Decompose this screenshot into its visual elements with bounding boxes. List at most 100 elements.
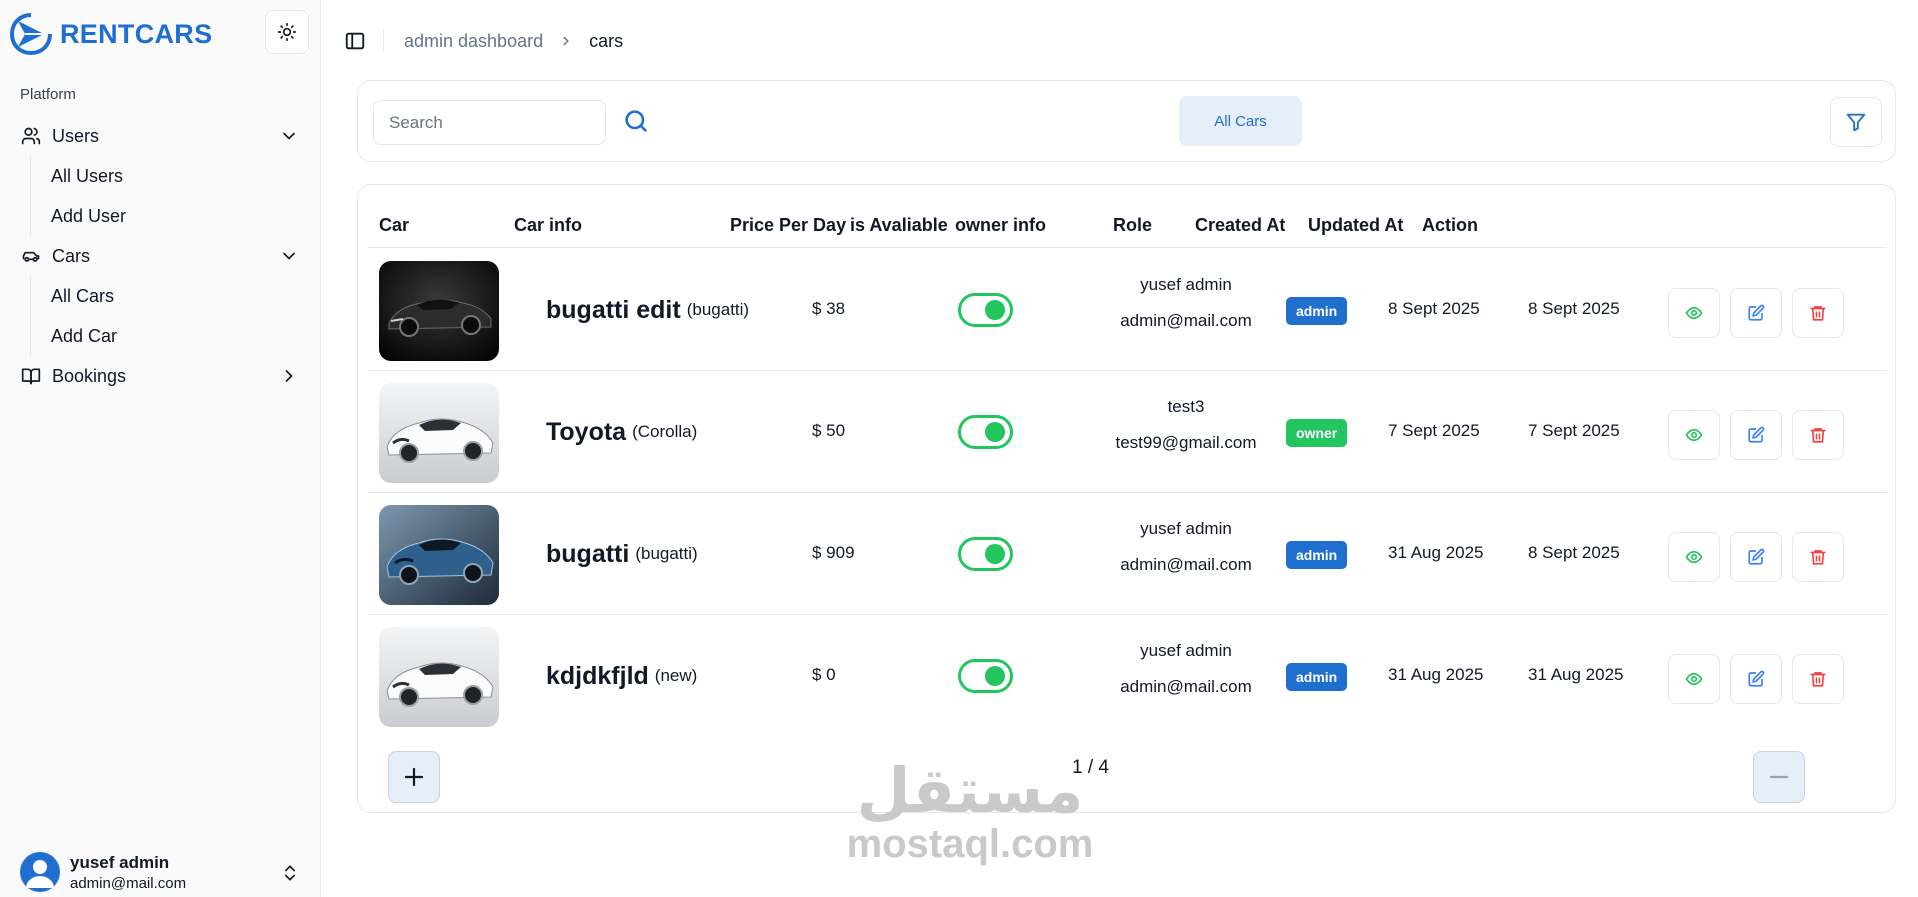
owner-name: yusef admin — [1140, 519, 1232, 538]
edit-button[interactable] — [1730, 410, 1782, 460]
view-button[interactable] — [1668, 654, 1720, 704]
table-row: bugatti edit (bugatti) $ 38 yusef admin … — [368, 249, 1887, 371]
add-car-button[interactable] — [388, 751, 440, 803]
edit-button[interactable] — [1730, 532, 1782, 582]
eye-icon — [1685, 550, 1703, 564]
edit-button[interactable] — [1730, 654, 1782, 704]
created-at: 8 Sept 2025 — [1388, 299, 1480, 318]
pagination-indicator: 1 / 4 — [1072, 757, 1109, 778]
owner-info: yusef admin admin@mail.com — [1086, 633, 1286, 705]
view-button[interactable] — [1668, 532, 1720, 582]
rentcars-logo-icon — [10, 13, 52, 55]
column-header-role: Role — [1113, 215, 1153, 235]
car-info: kdjdkfjld (new) — [546, 615, 697, 737]
availability-toggle[interactable] — [958, 293, 1013, 327]
owner-email: admin@mail.com — [1120, 555, 1252, 574]
edit-icon — [1748, 670, 1765, 687]
sidebar-item-all-cars[interactable]: All Cars — [51, 276, 321, 316]
created-at: 31 Aug 2025 — [1388, 665, 1484, 684]
role-badge: admin — [1286, 297, 1348, 325]
column-header-available: is Avaliable — [850, 215, 948, 235]
users-icon — [20, 125, 42, 147]
column-header-owner-info: owner info — [955, 215, 1046, 235]
search-button[interactable] — [620, 105, 652, 137]
column-header-car: Car — [379, 215, 410, 235]
user-name: yusef admin — [70, 852, 170, 872]
breadcrumb-admin-dashboard[interactable]: admin dashboard — [404, 31, 543, 52]
availability-toggle[interactable] — [958, 415, 1013, 449]
owner-email: test99@gmail.com — [1115, 433, 1257, 452]
chevron-down-icon[interactable] — [279, 126, 299, 146]
view-button[interactable] — [1668, 288, 1720, 338]
trash-icon — [1810, 550, 1826, 565]
header-divider — [383, 30, 384, 52]
search-icon — [625, 110, 647, 132]
view-button[interactable] — [1668, 410, 1720, 460]
brand[interactable]: RENTCARS — [10, 12, 212, 56]
remove-button[interactable] — [1753, 751, 1805, 803]
column-header-car-info: Car info — [514, 215, 583, 235]
chevron-right-icon[interactable] — [279, 366, 299, 386]
car-name: Toyota — [546, 417, 627, 446]
updated-at: 7 Sept 2025 — [1528, 421, 1620, 440]
eye-icon — [1685, 672, 1703, 686]
car-image — [379, 627, 499, 727]
blue-sports-car-image — [379, 505, 499, 605]
filter-bar: All Cars — [357, 80, 1896, 162]
column-header-created-at: Created At — [1195, 215, 1286, 235]
car-model: (bugatti) — [686, 300, 750, 319]
price-per-day: $ 0 — [812, 665, 836, 684]
avatar — [20, 852, 60, 892]
car-model: (bugatti) — [635, 544, 698, 563]
sidebar-item-users[interactable]: Users — [0, 116, 321, 156]
plus-icon — [404, 767, 424, 787]
chevrons-up-down-icon[interactable] — [280, 862, 300, 884]
user-email: admin@mail.com — [70, 874, 187, 892]
all-cars-filter-button[interactable]: All Cars — [1179, 96, 1302, 146]
sidebar-item-add-user[interactable]: Add User — [51, 196, 321, 236]
sidebar-item-bookings[interactable]: Bookings — [0, 356, 321, 396]
owner-info: yusef admin admin@mail.com — [1086, 511, 1286, 583]
availability-toggle[interactable] — [958, 537, 1013, 571]
owner-info: test3 test99@gmail.com — [1086, 389, 1286, 461]
filter-button[interactable] — [1830, 97, 1882, 147]
table-row: kdjdkfjld (new) $ 0 yusef admin admin@ma… — [368, 615, 1887, 737]
car-name: bugatti — [546, 539, 630, 568]
sidebar-item-cars[interactable]: Cars — [0, 236, 321, 276]
owner-email: admin@mail.com — [1120, 677, 1252, 696]
theme-toggle-button[interactable] — [265, 10, 309, 54]
book-icon — [20, 365, 42, 387]
chevron-right-icon — [563, 36, 569, 46]
trash-icon — [1810, 428, 1826, 443]
search-input[interactable] — [373, 100, 606, 145]
sidebar-item-label: Users — [52, 125, 100, 146]
toggle-knob — [985, 300, 1005, 320]
toggle-knob — [985, 544, 1005, 564]
availability-toggle[interactable] — [958, 659, 1013, 693]
edit-button[interactable] — [1730, 288, 1782, 338]
sidebar-item-add-car[interactable]: Add Car — [51, 316, 321, 356]
white-sports-car-image — [379, 627, 499, 727]
owner-name: yusef admin — [1140, 641, 1232, 660]
delete-button[interactable] — [1792, 288, 1844, 338]
edit-icon — [1748, 304, 1765, 321]
user-avatar-icon — [26, 860, 54, 888]
price-per-day: $ 909 — [812, 543, 855, 562]
delete-button[interactable] — [1792, 654, 1844, 704]
car-info: bugatti edit (bugatti) — [546, 249, 749, 371]
chevron-down-icon[interactable] — [279, 246, 299, 266]
created-at: 31 Aug 2025 — [1388, 543, 1484, 562]
delete-button[interactable] — [1792, 410, 1844, 460]
car-model: (new) — [654, 666, 698, 685]
sidebar-nav: Users All Users Add User Cars All Cars A… — [0, 116, 321, 396]
sidebar-submenu-users: All Users Add User — [30, 156, 321, 236]
price-per-day: $ 50 — [812, 421, 846, 440]
white-sports-car-image — [379, 383, 499, 483]
car-image — [379, 505, 499, 605]
delete-button[interactable] — [1792, 532, 1844, 582]
owner-info: yusef admin admin@mail.com — [1086, 267, 1286, 339]
sidebar-toggle-icon[interactable] — [344, 30, 366, 52]
role-badge: owner — [1286, 419, 1348, 447]
current-user[interactable]: yusef admin admin@mail.com — [20, 852, 186, 892]
sidebar-item-all-users[interactable]: All Users — [51, 156, 321, 196]
